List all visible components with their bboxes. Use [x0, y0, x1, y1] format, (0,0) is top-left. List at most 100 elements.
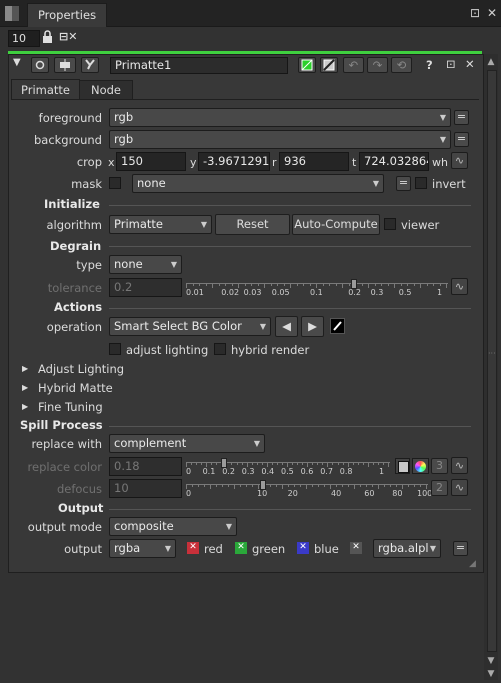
green-channel-checkbox[interactable]: ✕ — [235, 542, 247, 554]
slider-tick — [283, 283, 285, 286]
slider-tick-label: 100 — [417, 489, 433, 498]
defocus-slider[interactable]: 0 10 20 40 60 80 100 — [186, 480, 432, 499]
red-channel-checkbox[interactable]: ✕ — [187, 542, 199, 554]
auto-compute-button[interactable]: Auto-Compute — [292, 214, 380, 235]
node-color-button[interactable] — [298, 57, 316, 73]
tolerance-field[interactable]: 0.2 — [109, 278, 182, 297]
slider-tick — [281, 462, 283, 465]
expand-triangle-icon[interactable]: ▶ — [22, 364, 28, 373]
slider-tick-label: 1 — [437, 288, 443, 297]
crop-r-field[interactable]: 936 — [279, 152, 349, 171]
hybrid-render-checkbox[interactable] — [214, 343, 226, 355]
animation-curve-icon[interactable]: ∿ — [451, 152, 468, 169]
adjust-lighting-checkbox[interactable] — [109, 343, 121, 355]
background-dropdown[interactable]: rgb ▼ — [109, 130, 451, 149]
replace-color-channels-button[interactable]: 3 — [431, 458, 448, 474]
float-node-icon[interactable]: ⊡ — [446, 57, 456, 71]
alpha-channel-checkbox[interactable]: ✕ — [350, 542, 362, 554]
tab-properties[interactable]: Properties — [27, 3, 107, 27]
expand-triangle-icon[interactable]: ▶ — [22, 383, 28, 392]
slider-tick-label: 0 — [186, 489, 192, 498]
crop-y-field[interactable]: -3.9671291 — [198, 152, 270, 171]
replace-with-dropdown[interactable]: complement ▼ — [109, 434, 265, 453]
slider-tick — [433, 283, 434, 286]
collapse-icon[interactable]: ▼ — [13, 57, 24, 71]
group-hybrid-matte[interactable]: Hybrid Matte — [38, 381, 113, 395]
background-link-button[interactable]: = — [454, 132, 469, 147]
defocus-field[interactable]: 10 — [109, 479, 182, 498]
lock-icon[interactable] — [41, 30, 54, 43]
reset-button[interactable]: Reset — [215, 214, 290, 235]
slider-tick — [361, 283, 363, 286]
operation-label: operation — [46, 320, 102, 334]
tab-primatte[interactable]: Primatte — [11, 79, 80, 100]
expand-triangle-icon[interactable]: ▶ — [22, 402, 28, 411]
mask-checkbox[interactable] — [109, 177, 121, 189]
mask-link-button[interactable]: = — [396, 176, 411, 191]
picker-icon[interactable] — [330, 318, 345, 334]
previous-operation-button[interactable]: ◀ — [275, 316, 298, 337]
help-icon[interactable]: ? — [426, 58, 433, 72]
tolerance-curve-icon[interactable]: ∿ — [451, 278, 468, 295]
close-icon[interactable]: ✕ — [487, 6, 497, 20]
slider-tick — [387, 283, 389, 286]
foreground-link-button[interactable]: = — [454, 110, 469, 125]
slider-tick — [414, 484, 415, 487]
replace-color-field[interactable]: 0.18 — [109, 457, 182, 476]
slider-tick-label: 60 — [364, 489, 375, 498]
type-dropdown[interactable]: none ▼ — [109, 255, 182, 274]
scroll-down-icon[interactable]: ▼ — [484, 668, 498, 680]
slider-tick — [367, 462, 369, 467]
viewer-checkbox[interactable] — [384, 218, 396, 230]
slider-tick — [332, 462, 334, 465]
crop-wh-button[interactable]: wh — [432, 156, 448, 169]
replace-color-slider[interactable]: 0 0.1 0.2 0.3 0.4 0.5 0.6 0.7 0.8 1 — [186, 458, 390, 477]
invert-checkbox[interactable] — [415, 177, 427, 189]
blue-channel-checkbox[interactable]: ✕ — [297, 542, 309, 554]
slider-tick — [384, 484, 385, 487]
output-link-button[interactable]: = — [453, 541, 468, 556]
slider-handle[interactable] — [259, 480, 266, 490]
clear-panel-icon[interactable]: ⊟✕ — [59, 30, 77, 43]
operation-dropdown[interactable]: Smart Select BG Color ▼ — [109, 317, 271, 336]
algorithm-dropdown[interactable]: Primatte ▼ — [109, 215, 212, 234]
alpha-channel-dropdown[interactable]: rgba.alpl ▼ — [373, 539, 441, 558]
panel-menu-icon[interactable] — [4, 5, 20, 22]
tab-node[interactable]: Node — [79, 80, 133, 100]
slider-tick — [317, 462, 319, 465]
output-channels-dropdown[interactable]: rgba ▼ — [109, 539, 176, 558]
node-name-field[interactable]: Primatte1 — [110, 57, 288, 74]
next-operation-button[interactable]: ▶ — [301, 316, 324, 337]
revert-icon[interactable]: ⟲ — [391, 57, 412, 73]
crop-t-field[interactable]: 724.032864 — [359, 152, 429, 171]
tolerance-slider[interactable]: 0.01 0.02 0.03 0.05 0.1 0.2 0.3 0.5 1 — [186, 279, 448, 298]
section-output: Output — [58, 501, 104, 515]
float-icon[interactable]: ⊡ — [470, 6, 480, 20]
mask-dropdown[interactable]: none ▼ — [132, 174, 384, 193]
group-fine-tuning[interactable]: Fine Tuning — [38, 400, 103, 414]
redo-icon[interactable]: ↷ — [367, 57, 388, 73]
replace-color-curve-icon[interactable]: ∿ — [451, 457, 468, 474]
center-node-icon[interactable] — [31, 57, 49, 73]
defocus-channels-button[interactable]: 2 — [431, 480, 448, 496]
close-node-icon[interactable]: ✕ — [465, 57, 475, 71]
input-node-icon[interactable] — [54, 57, 76, 73]
scroll-down-icon[interactable]: ▼ — [484, 655, 498, 667]
wrench-icon[interactable] — [81, 57, 99, 73]
slider-handle[interactable] — [221, 458, 228, 468]
group-adjust-lighting[interactable]: Adjust Lighting — [38, 362, 124, 376]
gl-color-button[interactable] — [320, 57, 338, 73]
color-wheel-icon[interactable] — [412, 458, 429, 474]
foreground-dropdown[interactable]: rgb ▼ — [109, 108, 451, 127]
resize-grip-icon[interactable]: ◢ — [469, 559, 479, 569]
max-panels-input[interactable]: 10 — [8, 30, 40, 47]
slider-tick — [211, 462, 213, 465]
slider-tick — [378, 484, 379, 489]
undo-icon[interactable]: ↶ — [343, 57, 364, 73]
crop-x-field[interactable]: 150 — [116, 152, 186, 171]
defocus-curve-icon[interactable]: ∿ — [451, 479, 468, 496]
output-mode-dropdown[interactable]: composite ▼ — [109, 517, 237, 536]
scroll-up-icon[interactable]: ▲ — [484, 56, 498, 68]
color-swatch-button[interactable] — [395, 458, 410, 474]
slider-handle[interactable] — [351, 279, 358, 289]
